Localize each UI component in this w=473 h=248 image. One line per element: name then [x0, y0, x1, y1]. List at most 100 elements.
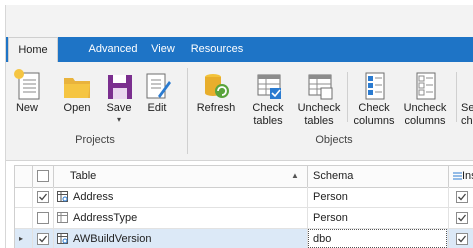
- grid-header-row: Table ▲ Schema Inse: [15, 166, 473, 188]
- tables-grid: Table ▲ Schema Inse: [14, 165, 473, 248]
- uncheck-columns-label-line2: columns: [404, 115, 446, 127]
- save-label: Save: [106, 102, 132, 114]
- column-divider: [307, 187, 308, 207]
- chevron-down-icon: ▾: [116, 115, 121, 124]
- cutoff-label: Se ch: [461, 102, 473, 128]
- sort-ascending-icon[interactable]: ▲: [291, 166, 299, 187]
- refresh-label: Refresh: [196, 102, 236, 114]
- app-window: Home Advanced View Resources New Open Sa…: [5, 5, 473, 248]
- group-label-projects: Projects: [75, 134, 115, 146]
- column-divider: [32, 187, 33, 207]
- table-view-icon: [57, 191, 68, 202]
- header-insert-label: Inse: [462, 170, 473, 182]
- column-divider: [32, 208, 33, 228]
- column-divider: [53, 187, 54, 207]
- row-checkbox[interactable]: [37, 233, 49, 245]
- header-insert[interactable]: Inse: [453, 166, 473, 187]
- check-tables-label: Check tables: [247, 102, 289, 128]
- column-divider: [307, 166, 308, 187]
- button-separator: [456, 72, 457, 122]
- row-checkbox[interactable]: [37, 191, 49, 203]
- table-row[interactable]: AddressType Person: [15, 208, 473, 229]
- column-divider: [53, 229, 54, 248]
- uncheck-tables-label-line1: Uncheck: [297, 102, 341, 114]
- edit-document-icon: [146, 73, 171, 99]
- table-name: Address: [73, 191, 114, 203]
- new-button[interactable]: New: [10, 64, 44, 134]
- save-button[interactable]: Save ▾: [102, 64, 136, 134]
- table-icon: [57, 212, 68, 223]
- open-button[interactable]: Open: [58, 64, 96, 134]
- select-all-checkbox[interactable]: [37, 170, 49, 182]
- tab-view[interactable]: View: [144, 37, 182, 62]
- column-divider: [32, 166, 33, 187]
- table-row-selected[interactable]: ▸ AWBuildVersion dbo: [15, 229, 473, 248]
- new-label: New: [15, 102, 38, 114]
- cutoff-label-line1: Se: [461, 102, 473, 114]
- uncheck-columns-label-line1: Uncheck: [403, 102, 447, 114]
- group-label-objects: Objects: [315, 134, 353, 146]
- column-divider: [448, 187, 449, 207]
- group-separator: [187, 68, 188, 154]
- uncheck-tables-button[interactable]: Uncheck tables: [296, 64, 342, 134]
- column-divider: [307, 208, 308, 228]
- uncheck-columns-button[interactable]: Uncheck columns: [401, 64, 449, 134]
- button-separator: [347, 72, 348, 122]
- cutoff-button[interactable]: Se ch: [459, 64, 473, 134]
- insert-checkbox[interactable]: [456, 233, 468, 245]
- uncheck-tables-label: Uncheck tables: [296, 102, 342, 128]
- tab-resources[interactable]: Resources: [186, 37, 248, 62]
- open-label: Open: [63, 102, 91, 114]
- column-divider: [53, 208, 54, 228]
- tab-advanced[interactable]: Advanced: [82, 37, 144, 62]
- table-name: AddressType: [73, 212, 138, 224]
- column-divider: [53, 166, 54, 187]
- uncheck-tables-label-line2: tables: [304, 115, 334, 127]
- header-table[interactable]: Table: [70, 166, 96, 187]
- header-check-column[interactable]: [37, 166, 49, 187]
- table-name: AWBuildVersion: [73, 233, 152, 245]
- checkmark-icon: [39, 193, 48, 201]
- uncheck-columns-icon: [416, 72, 436, 100]
- column-divider: [448, 208, 449, 228]
- title-strip: [6, 5, 473, 37]
- new-document-icon: [14, 69, 40, 100]
- refresh-button[interactable]: Refresh: [194, 64, 238, 134]
- folder-open-icon: [64, 78, 90, 98]
- table-view-icon: [57, 233, 68, 244]
- check-columns-label: Check columns: [351, 102, 397, 128]
- header-schema[interactable]: Schema: [313, 166, 353, 187]
- database-refresh-icon: [205, 74, 229, 98]
- column-divider: [448, 229, 449, 248]
- schema-name: Person: [313, 212, 348, 224]
- checkmark-icon: [458, 235, 467, 243]
- checkmark-icon: [458, 214, 467, 222]
- check-columns-button[interactable]: Check columns: [351, 64, 397, 134]
- checkmark-icon: [458, 193, 467, 201]
- cutoff-label-line2: ch: [461, 115, 473, 127]
- check-tables-button[interactable]: Check tables: [247, 64, 289, 134]
- ribbon-tab-bar: Home Advanced View Resources: [6, 37, 473, 63]
- schema-name-focused-cell[interactable]: dbo: [308, 229, 447, 248]
- tab-home[interactable]: Home: [8, 37, 58, 63]
- edit-label: Edit: [147, 102, 167, 114]
- check-tables-icon: [257, 74, 281, 99]
- uncheck-columns-label: Uncheck columns: [401, 102, 449, 128]
- edit-button[interactable]: Edit: [140, 64, 174, 134]
- ribbon-panel: New Open Save ▾ Edit Projects Refresh Ch…: [6, 62, 473, 161]
- row-checkbox[interactable]: [37, 212, 49, 224]
- save-disk-icon: [108, 75, 132, 99]
- uncheck-tables-icon: [308, 74, 333, 100]
- row-indicator-icon: ▸: [19, 234, 24, 243]
- insert-checkbox[interactable]: [456, 212, 468, 224]
- check-tables-label-line1: Check: [252, 102, 284, 114]
- column-divider: [32, 229, 33, 248]
- checkmark-icon: [39, 235, 48, 243]
- check-columns-label-line1: Check: [358, 102, 390, 114]
- check-tables-label-line2: tables: [253, 115, 283, 127]
- schema-name: Person: [313, 191, 348, 203]
- check-columns-label-line2: columns: [353, 115, 395, 127]
- column-divider: [448, 166, 449, 187]
- table-row[interactable]: Address Person: [15, 187, 473, 208]
- insert-checkbox[interactable]: [456, 191, 468, 203]
